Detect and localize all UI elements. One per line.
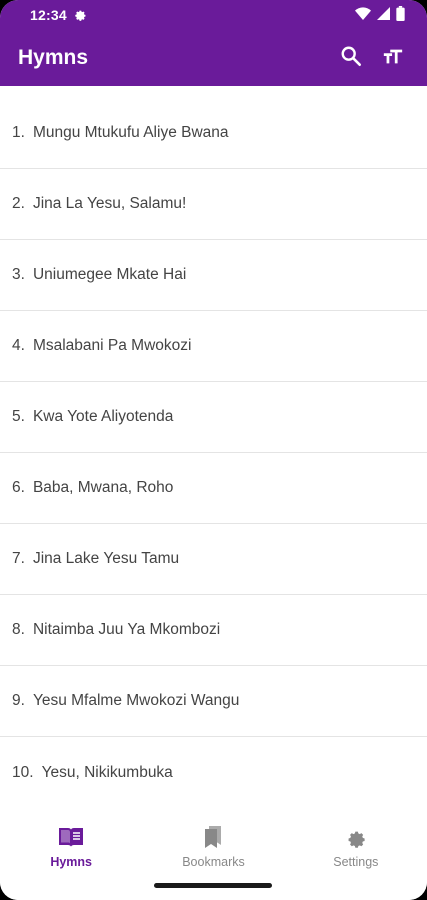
signal-icon: [377, 7, 390, 23]
status-left: 12:34: [30, 7, 87, 24]
hymn-title: Mungu Mtukufu Aliye Bwana: [32, 124, 229, 141]
list-item[interactable]: 4. Msalabani Pa Mwokozi: [0, 311, 427, 382]
list-item[interactable]: 5. Kwa Yote Aliyotenda: [0, 382, 427, 453]
search-icon: [340, 45, 362, 72]
hymn-number: 5.: [12, 408, 25, 425]
hymn-title: Jina La Yesu, Salamu!: [32, 195, 187, 212]
list-item[interactable]: 9. Yesu Mfalme Mwokozi Wangu: [0, 666, 427, 737]
nav-label-bookmarks: Bookmarks: [182, 855, 245, 869]
hymn-title: Yesu, Nikikumbuka: [41, 763, 173, 781]
search-button[interactable]: [331, 38, 371, 78]
hymn-list: 1. Mungu Mtukufu Aliye Bwana 2. Jina La Ye…: [0, 98, 427, 816]
battery-icon: [396, 6, 405, 24]
bookmarks-icon: [202, 824, 224, 850]
home-gesture-bar[interactable]: [154, 883, 272, 888]
list-item[interactable]: 10. Yesu, Nikikumbuka: [0, 737, 427, 808]
gear-icon: [345, 824, 367, 850]
hymn-title: Yesu Mfalme Mwokozi Wangu: [32, 692, 240, 709]
status-time: 12:34: [30, 7, 67, 23]
hymn-title: Uniumegee Mkate Hai: [32, 266, 187, 283]
text-size-icon: [382, 45, 404, 72]
list-item[interactable]: 3. Uniumegee Mkate Hai: [0, 240, 427, 311]
hymn-title: Baba, Mwana, Roho: [32, 479, 174, 496]
nav-label-hymns: Hymns: [50, 855, 92, 869]
hymn-number: 10.: [12, 763, 34, 781]
nav-item-settings[interactable]: Settings: [285, 816, 427, 874]
bottom-nav: Hymns Bookmarks Settings: [0, 816, 427, 874]
app-bar: Hymns: [0, 30, 427, 86]
wifi-icon: [355, 6, 371, 24]
book-open-icon: [58, 824, 84, 850]
hymn-number: 4.: [12, 337, 25, 354]
hymn-number: 1.: [12, 124, 25, 141]
hymn-number: 9.: [12, 692, 25, 709]
nav-item-bookmarks[interactable]: Bookmarks: [142, 816, 284, 874]
screen: 12:34 Hymns 1. Mungu Mtukufu Aliye Bwana…: [0, 0, 427, 900]
nav-item-hymns[interactable]: Hymns: [0, 816, 142, 874]
gesture-area: [0, 874, 427, 900]
hymn-number: 2.: [12, 195, 25, 212]
hymn-title: Jina Lake Yesu Tamu: [32, 550, 180, 567]
hymn-title: Nitaimba Juu Ya Mkombozi: [32, 621, 221, 638]
list-item[interactable]: 8. Nitaimba Juu Ya Mkombozi: [0, 595, 427, 666]
nav-label-settings: Settings: [333, 855, 379, 869]
list-item[interactable]: 6. Baba, Mwana, Roho: [0, 453, 427, 524]
hymn-title: Msalabani Pa Mwokozi: [32, 337, 192, 354]
hymn-title: Kwa Yote Aliyotenda: [32, 408, 174, 425]
status-right: [355, 6, 405, 24]
hymn-number: 3.: [12, 266, 25, 283]
text-size-button[interactable]: [373, 38, 413, 78]
hymn-number: 8.: [12, 621, 25, 638]
hymn-number: 7.: [12, 550, 25, 567]
list-item[interactable]: 2. Jina La Yesu, Salamu!: [0, 169, 427, 240]
hymn-number: 6.: [12, 479, 25, 496]
page-title: Hymns: [18, 46, 89, 69]
list-item[interactable]: 1. Mungu Mtukufu Aliye Bwana: [0, 98, 427, 169]
list-item[interactable]: 7. Jina Lake Yesu Tamu: [0, 524, 427, 595]
settings-gear-status-icon: [73, 7, 87, 24]
status-bar: 12:34: [0, 0, 427, 30]
